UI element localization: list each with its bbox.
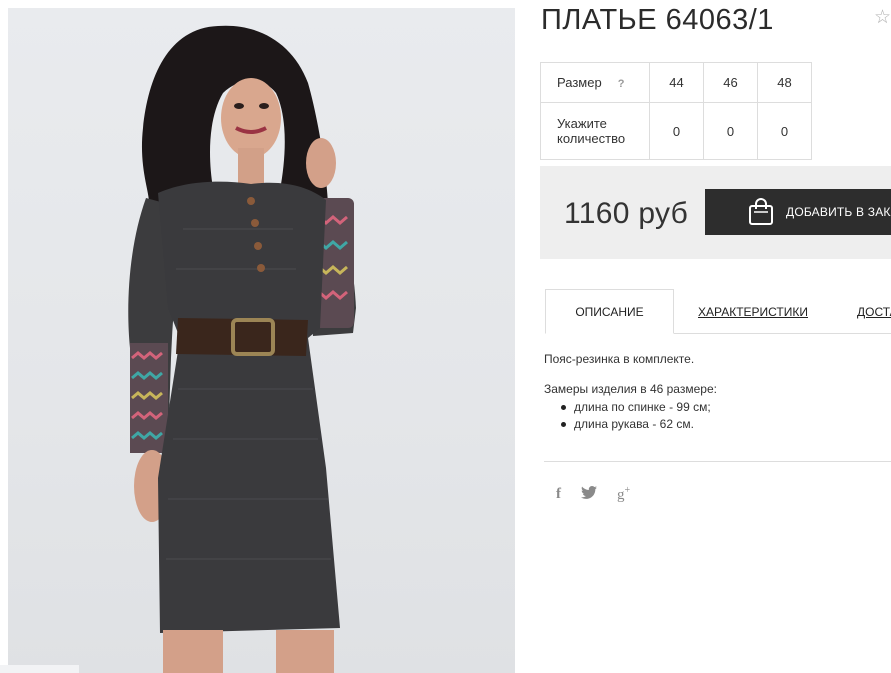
google-plus-label: g xyxy=(617,487,625,503)
price-value: 1160 руб xyxy=(564,197,689,230)
quantity-input[interactable]: 0 xyxy=(703,102,758,160)
product-title: ПЛАТЬЕ 64063/1 xyxy=(541,4,774,36)
quantity-label-line2: количество xyxy=(557,131,626,146)
quantity-row: Укажите количество 0 0 0 xyxy=(540,102,812,160)
size-label: Размер xyxy=(557,75,602,90)
description-line: Замеры изделия в 46 размере: xyxy=(544,382,717,396)
add-to-cart-label: ДОБАВИТЬ В ЗАКАЗ xyxy=(786,205,891,219)
product-photo[interactable] xyxy=(8,8,515,673)
size-cell: 48 xyxy=(757,62,812,103)
shopping-bag-icon xyxy=(748,198,774,226)
description-line: Пояс-резинка в комплекте. xyxy=(544,352,695,366)
section-divider xyxy=(544,461,891,462)
size-row: Размер? 44 46 48 xyxy=(540,62,812,103)
product-tabs: ОПИСАНИЕ ХАРАКТЕРИСТИКИ ДОСТАВКА xyxy=(544,289,891,334)
tab-characteristics[interactable]: ХАРАКТЕРИСТИКИ xyxy=(698,289,808,334)
quantity-input[interactable]: 0 xyxy=(649,102,704,160)
size-table: Размер? 44 46 48 Укажите количество 0 0 … xyxy=(540,62,812,160)
google-plus-icon[interactable]: g+ xyxy=(617,485,630,504)
price-panel: 1160 руб ДОБАВИТЬ В ЗАКАЗ xyxy=(540,166,891,259)
list-item: длина рукава - 62 см. xyxy=(560,416,717,433)
measurements-list: длина по спинке - 99 см; длина рукава - … xyxy=(544,399,717,433)
facebook-icon[interactable]: f xyxy=(556,486,561,503)
tab-description[interactable]: ОПИСАНИЕ xyxy=(545,289,674,334)
list-item: длина по спинке - 99 см; xyxy=(560,399,717,416)
quantity-label-line1: Укажите xyxy=(557,116,607,131)
tab-delivery[interactable]: ДОСТАВКА xyxy=(857,289,891,334)
description-panel: Пояс-резинка в комплекте. Замеры изделия… xyxy=(544,351,717,433)
social-share: f g+ xyxy=(556,485,630,504)
add-to-cart-button[interactable]: ДОБАВИТЬ В ЗАКАЗ xyxy=(705,189,891,235)
quantity-input[interactable]: 0 xyxy=(757,102,812,160)
star-icon[interactable]: ☆ xyxy=(874,8,891,27)
size-label-cell: Размер? xyxy=(540,62,650,103)
size-cell: 46 xyxy=(703,62,758,103)
size-cell: 44 xyxy=(649,62,704,103)
tab-divider xyxy=(674,333,891,334)
thumbnail-strip xyxy=(0,665,79,673)
twitter-icon[interactable] xyxy=(581,486,597,503)
help-icon[interactable]: ? xyxy=(618,78,625,90)
dress-model-illustration xyxy=(128,25,356,673)
quantity-label-cell: Укажите количество xyxy=(540,102,650,160)
